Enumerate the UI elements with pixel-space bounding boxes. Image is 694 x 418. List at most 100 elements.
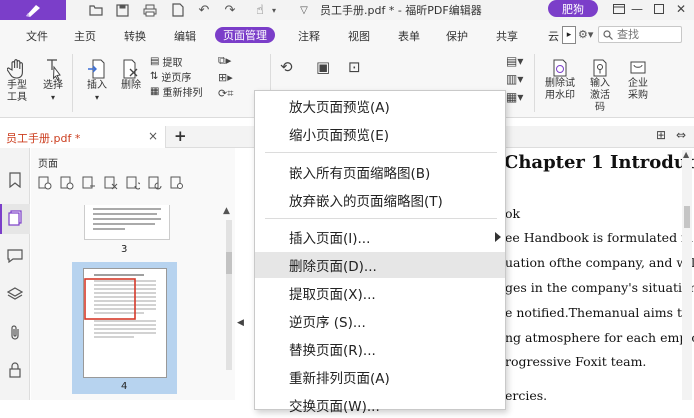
new-doc-icon[interactable] (170, 2, 186, 18)
key-icon (593, 59, 607, 77)
menu-item-rearrange-pages[interactable]: 重新排列页面(A) (255, 364, 505, 390)
menu-item-discard-thumbnails[interactable]: 放弃嵌入的页面缩略图(T) (255, 187, 505, 213)
bates-icon[interactable]: ▥▾ (506, 72, 523, 86)
tab-home[interactable]: 主页 (74, 28, 96, 44)
document-tab-title: 员工手册.pdf * (6, 132, 81, 145)
minimize-icon[interactable]: — (626, 0, 648, 18)
print-icon[interactable] (142, 2, 158, 18)
close-window-icon[interactable]: ✕ (670, 0, 692, 18)
fit-width-icon[interactable]: ⇔ (676, 128, 686, 142)
save-icon[interactable] (114, 2, 130, 18)
lock-icon[interactable] (5, 360, 25, 380)
document-scrollbar-thumb[interactable] (684, 206, 690, 228)
undo-icon[interactable]: ↶ (196, 2, 212, 18)
page-layout-icon[interactable]: ▣ (316, 58, 330, 76)
scroll-up-arrow-icon[interactable]: ▲ (223, 206, 230, 216)
tab-file[interactable]: 文件 (26, 28, 48, 44)
maximize-icon[interactable] (648, 0, 670, 18)
chevron-down-icon[interactable]: ▾ (266, 2, 282, 18)
activation-code-button[interactable]: 输入激活码 (584, 58, 616, 114)
thumbnail-scrollbar-thumb[interactable] (226, 252, 232, 274)
menu-item-zoom-out-preview[interactable]: 缩小页面预览(E) (255, 121, 505, 147)
close-tab-icon[interactable]: × (148, 129, 158, 143)
search-box[interactable] (598, 26, 682, 43)
menu-item-swap-pages[interactable]: 交换页面(W)... (255, 392, 505, 418)
tab-convert[interactable]: 转换 (124, 28, 146, 44)
thumb-rotate-icon[interactable] (126, 176, 142, 190)
thumb-zoom-in-icon[interactable] (38, 176, 52, 190)
collapse-panel-icon[interactable]: ◀ (237, 318, 244, 328)
open-folder-icon[interactable] (88, 2, 104, 18)
cart-icon (630, 61, 646, 74)
tab-cloud[interactable]: 云 (548, 28, 559, 44)
rotate-page-icon[interactable]: ⟲ (280, 58, 293, 76)
document-heading: Chapter 1 Introductio (504, 152, 694, 173)
split-icon[interactable]: ⊞▸ (218, 71, 233, 84)
extract-button[interactable]: ▤ 提取 (150, 54, 202, 69)
menu-separator (265, 152, 497, 153)
crop-icon[interactable]: ⧉▸ (218, 54, 233, 68)
account-button[interactable]: 肥狗 (548, 0, 598, 17)
menu-item-embed-thumbnails[interactable]: 嵌入所有页面缩略图(B) (255, 159, 505, 185)
tabs-scroll-right-icon[interactable]: ▸ (562, 26, 576, 44)
attachment-icon[interactable] (5, 322, 25, 342)
page-number-icon[interactable]: ▦▾ (506, 90, 523, 104)
rearrange-button[interactable]: ▦ 重新排列 (150, 84, 202, 99)
tab-protect[interactable]: 保护 (446, 28, 468, 44)
remove-watermark-button[interactable]: 删除试用水印 (540, 58, 580, 102)
tab-form[interactable]: 表单 (398, 28, 420, 44)
document-text-line: uation ofthe company, and will (505, 255, 694, 270)
hand-tool-button[interactable]: 手型工具 (3, 58, 31, 104)
document-text-line: ng atmosphere for each emplo (505, 330, 694, 345)
select-button[interactable]: 选择 ▾ (40, 58, 66, 104)
new-tab-button[interactable]: + (174, 127, 187, 145)
scroll-up-arrow-icon[interactable]: ▲ (683, 150, 689, 159)
document-scrollbar[interactable] (682, 150, 692, 400)
thumb-zoom-out-icon[interactable] (60, 176, 74, 190)
menu-item-extract-page[interactable]: 提取页面(X)... (255, 280, 505, 306)
pages-thumbnail-icon[interactable] (5, 208, 25, 228)
thumb-properties-icon[interactable] (170, 176, 184, 190)
insert-page-icon (88, 59, 105, 79)
thumb-insert-icon[interactable] (82, 176, 96, 190)
tab-edit[interactable]: 编辑 (174, 28, 196, 44)
app-logo[interactable] (0, 0, 66, 20)
search-input[interactable] (617, 28, 679, 41)
ribbon-divider (72, 54, 73, 112)
tab-comment[interactable]: 注释 (298, 28, 320, 44)
layers-icon[interactable] (5, 284, 25, 304)
settings-gear-icon[interactable]: ⚙▾ (578, 28, 593, 41)
thumb-rotate-cw-icon[interactable] (148, 176, 162, 190)
tab-share[interactable]: 共享 (496, 28, 518, 44)
insert-page-button[interactable]: 插入 ▾ (84, 58, 110, 104)
menu-item-reverse-order[interactable]: 逆页序 (S)... (255, 308, 505, 334)
grid-view-icon[interactable]: ⊞ (656, 128, 666, 142)
page-thumbnail-3[interactable] (84, 205, 170, 240)
menu-item-delete-page[interactable]: 删除页面(D)... (255, 252, 505, 278)
watermark-icon (553, 59, 567, 77)
bookmark-icon[interactable] (5, 170, 25, 190)
hand-icon (7, 59, 23, 79)
page-size-icon[interactable]: ⊡ (348, 58, 361, 76)
redo-icon[interactable]: ↷ (222, 2, 238, 18)
menu-item-replace-page[interactable]: 替换页面(R)... (255, 336, 505, 362)
menu-item-insert-page[interactable]: 插入页面(I)... (255, 224, 505, 250)
reverse-label: 逆页序 (161, 73, 192, 84)
menu-item-zoom-in-preview[interactable]: 放大页面预览(A) (255, 93, 505, 119)
enterprise-purchase-button[interactable]: 企业采购 (622, 58, 654, 102)
delete-page-button[interactable]: 删除 (118, 58, 144, 92)
rotate-small-icon[interactable]: ⟳⌗ (218, 87, 233, 101)
quick-access-dropdown-icon[interactable]: ▽ (296, 2, 312, 18)
reverse-order-button[interactable]: ⇅ 逆页序 (150, 69, 202, 84)
page-thumbnail-4[interactable] (83, 268, 167, 378)
search-icon (603, 30, 613, 40)
thumbnail-scrollbar[interactable] (226, 220, 232, 370)
comment-icon[interactable] (5, 246, 25, 266)
header-footer-icon[interactable]: ▤▾ (506, 54, 523, 68)
tab-view[interactable]: 视图 (348, 28, 370, 44)
document-text-line: e notified.Themanual aims to (505, 305, 690, 320)
tab-page-management[interactable]: 页面管理 (215, 27, 275, 43)
document-tab[interactable]: 员工手册.pdf * × (0, 126, 166, 148)
page-ops-group: ▤ 提取 ⇅ 逆页序 ▦ 重新排列 (150, 54, 202, 99)
thumb-delete-icon[interactable] (104, 176, 118, 190)
